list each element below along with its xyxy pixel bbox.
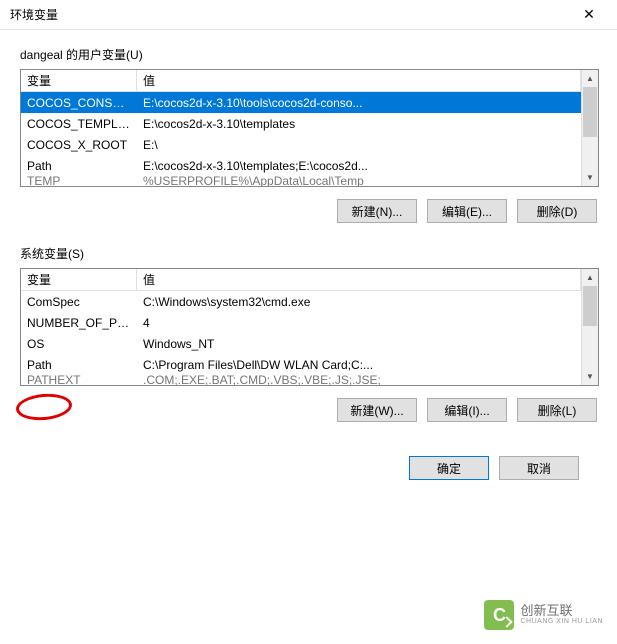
list-item[interactable]: PATHEXT .COM;.EXE;.BAT;.CMD;.VBS;.VBE;.J… (21, 375, 581, 385)
col-variable[interactable]: 变量 (21, 269, 137, 291)
scroll-up-icon[interactable]: ▲ (582, 70, 598, 87)
list-item[interactable]: OS Windows_NT (21, 333, 581, 354)
scrollbar[interactable]: ▲ ▼ (581, 70, 598, 186)
list-item[interactable]: Path E:\cocos2d-x-3.10\templates;E:\coco… (21, 155, 581, 176)
close-button[interactable]: ✕ (569, 1, 609, 29)
system-buttons: 新建(W)... 编辑(I)... 删除(L) (20, 386, 599, 440)
user-vars-label: dangeal 的用户变量(U) (20, 46, 599, 63)
col-value[interactable]: 值 (137, 70, 581, 92)
scroll-thumb[interactable] (583, 286, 597, 326)
cancel-button[interactable]: 取消 (499, 456, 579, 480)
user-list-header: 变量 值 (21, 70, 581, 92)
watermark: C 创新互联 CHUANG XIN HU LIAN (484, 600, 603, 630)
edit-system-var-button[interactable]: 编辑(I)... (427, 398, 507, 422)
list-item[interactable]: COCOS_X_ROOT E:\ (21, 134, 581, 155)
scroll-down-icon[interactable]: ▼ (582, 169, 598, 186)
col-variable[interactable]: 变量 (21, 70, 137, 92)
scroll-up-icon[interactable]: ▲ (582, 269, 598, 286)
user-buttons: 新建(N)... 编辑(E)... 删除(D) (20, 187, 599, 241)
delete-user-var-button[interactable]: 删除(D) (517, 199, 597, 223)
new-user-var-button[interactable]: 新建(N)... (337, 199, 417, 223)
delete-system-var-button[interactable]: 删除(L) (517, 398, 597, 422)
list-item[interactable]: Path C:\Program Files\Dell\DW WLAN Card;… (21, 354, 581, 375)
watermark-logo-icon: C (484, 600, 514, 630)
scroll-down-icon[interactable]: ▼ (582, 368, 598, 385)
list-item[interactable]: COCOS_TEMPLA... E:\cocos2d-x-3.10\templa… (21, 113, 581, 134)
dialog-body: dangeal 的用户变量(U) 变量 值 COCOS_CONSOL... E:… (0, 30, 617, 480)
titlebar: 环境变量 ✕ (0, 0, 617, 30)
system-vars-listbox[interactable]: 变量 值 ComSpec C:\Windows\system32\cmd.exe… (20, 268, 599, 386)
list-item[interactable]: NUMBER_OF_PR... 4 (21, 312, 581, 333)
list-item[interactable]: ComSpec C:\Windows\system32\cmd.exe (21, 291, 581, 312)
dialog-footer: 确定 取消 (20, 440, 599, 480)
system-vars-label: 系统变量(S) (20, 245, 599, 262)
window-title: 环境变量 (10, 6, 58, 23)
watermark-text-cn: 创新互联 (520, 604, 603, 618)
scroll-thumb[interactable] (583, 87, 597, 137)
list-item[interactable]: TEMP %USERPROFILE%\AppData\Local\Temp (21, 176, 581, 186)
list-item[interactable]: COCOS_CONSOL... E:\cocos2d-x-3.10\tools\… (21, 92, 581, 113)
edit-user-var-button[interactable]: 编辑(E)... (427, 199, 507, 223)
col-value[interactable]: 值 (137, 269, 581, 291)
new-system-var-button[interactable]: 新建(W)... (337, 398, 417, 422)
system-list-header: 变量 值 (21, 269, 581, 291)
user-vars-listbox[interactable]: 变量 值 COCOS_CONSOL... E:\cocos2d-x-3.10\t… (20, 69, 599, 187)
scrollbar[interactable]: ▲ ▼ (581, 269, 598, 385)
ok-button[interactable]: 确定 (409, 456, 489, 480)
watermark-text-en: CHUANG XIN HU LIAN (520, 618, 603, 626)
